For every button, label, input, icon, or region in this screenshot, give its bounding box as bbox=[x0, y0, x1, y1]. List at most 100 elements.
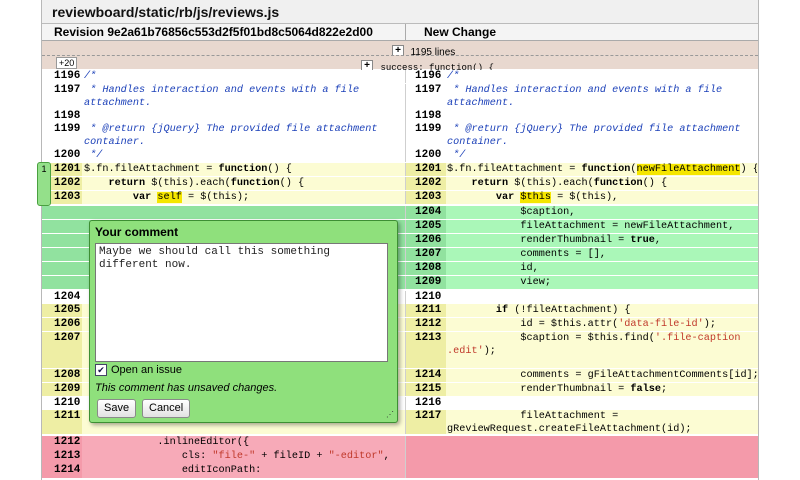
revision-left-header: Revision 9e2a61b76856c553d2f5f01bd8c5064… bbox=[42, 24, 406, 41]
row-bg bbox=[446, 436, 758, 450]
line-number[interactable]: 1207 bbox=[415, 248, 441, 261]
line-number[interactable]: 1207 bbox=[54, 332, 80, 345]
line-number[interactable]: 1204 bbox=[415, 206, 441, 219]
line-number[interactable]: 1213 bbox=[415, 332, 441, 345]
line-number[interactable]: 1208 bbox=[415, 262, 441, 275]
code-line: $caption, bbox=[447, 207, 576, 218]
resize-grip-icon[interactable]: ⋰ bbox=[386, 411, 395, 420]
line-number[interactable]: 1199 bbox=[54, 123, 80, 136]
line-number[interactable]: 1209 bbox=[54, 383, 80, 396]
code-line: */ bbox=[84, 150, 103, 161]
comment-textarea[interactable] bbox=[95, 243, 388, 362]
row-bg bbox=[82, 110, 406, 123]
line-number[interactable]: 1214 bbox=[54, 464, 80, 477]
code-line: comments = gFileAttachmentComments[id]; bbox=[447, 370, 757, 381]
code-line: if (!fileAttachment) { bbox=[495, 305, 631, 316]
code-line: $caption = $this.find('.file-caption .ed… bbox=[447, 333, 741, 357]
comment-dialog: Your comment ✔ Open an issue This commen… bbox=[89, 220, 398, 423]
line-number[interactable]: 1205 bbox=[415, 220, 441, 233]
line-number[interactable]: 1214 bbox=[415, 369, 441, 382]
comment-flag[interactable]: 1 bbox=[37, 162, 51, 206]
line-number[interactable]: 1197 bbox=[415, 84, 441, 97]
line-number[interactable]: 1205 bbox=[54, 304, 80, 317]
line-number[interactable]: 1203 bbox=[415, 191, 441, 204]
code-line: $.fn.fileAttachment = function() { bbox=[84, 164, 292, 175]
code-line: cls: "file-" + fileID + "-editor", bbox=[84, 451, 390, 462]
code-line: view; bbox=[447, 277, 551, 288]
diff-row-replace: 1203 var self = $(this); 1203 var $this =… bbox=[42, 191, 758, 204]
row-bg bbox=[406, 450, 446, 464]
line-number[interactable]: 1210 bbox=[54, 397, 80, 410]
diff-row-replace: 1202 return $(this).each(function() {120… bbox=[42, 177, 758, 190]
code-line: $.fn.fileAttachment = function(newFileAt… bbox=[447, 164, 757, 175]
code-line: */ bbox=[447, 150, 466, 161]
row-bg bbox=[406, 464, 446, 478]
line-number[interactable]: 1208 bbox=[54, 369, 80, 382]
code-line: fileAttachment = gReviewRequest.createFi… bbox=[447, 411, 692, 435]
column-divider bbox=[405, 234, 406, 247]
revision-right-header: New Change bbox=[406, 24, 758, 41]
line-number[interactable]: 1211 bbox=[415, 304, 441, 317]
row-bg bbox=[446, 464, 758, 478]
diff-row-delete: 1213 cls: "file-" + fileID + "-editor", bbox=[42, 450, 758, 464]
diff-row-delete: 1214 editIconPath: bbox=[42, 464, 758, 478]
column-divider bbox=[405, 163, 406, 176]
line-number[interactable]: 1203 bbox=[54, 191, 80, 204]
column-divider bbox=[405, 248, 406, 261]
line-number[interactable]: 1213 bbox=[54, 450, 80, 463]
code-line: * Handles interaction and events with a … bbox=[447, 85, 723, 109]
column-divider bbox=[405, 177, 406, 190]
column-divider bbox=[405, 206, 406, 219]
save-button[interactable]: Save bbox=[97, 399, 137, 418]
line-number[interactable]: 1197 bbox=[54, 84, 80, 97]
open-issue-checkbox[interactable]: ✔ bbox=[95, 364, 107, 376]
expand-context-button[interactable]: +20 bbox=[56, 57, 78, 69]
column-divider bbox=[405, 262, 406, 275]
code-line: renderThumbnail = true, bbox=[447, 235, 661, 246]
line-number[interactable]: 1215 bbox=[415, 383, 441, 396]
line-number[interactable]: 1201 bbox=[415, 163, 441, 176]
line-number[interactable]: 1202 bbox=[54, 177, 80, 190]
line-number[interactable]: 1199 bbox=[415, 123, 441, 136]
collapsed-lines-row: + 1195 lines bbox=[42, 41, 758, 58]
code-line: * @return {jQuery} The provided file att… bbox=[84, 124, 378, 148]
line-number[interactable]: 1212 bbox=[415, 318, 441, 331]
line-number[interactable]: 1216 bbox=[415, 397, 441, 410]
code-line: var self = $(this); bbox=[132, 192, 250, 203]
diff-row-equal: 1200 */ 1200 */ bbox=[42, 149, 758, 162]
diff-row-equal: 1198 1198 bbox=[42, 110, 758, 123]
line-number[interactable]: 1206 bbox=[54, 318, 80, 331]
line-number[interactable]: 1204 bbox=[54, 291, 80, 304]
diff-row-delete: 1212 .inlineEditor({ bbox=[42, 436, 758, 450]
open-issue-checkbox-row[interactable]: ✔ Open an issue bbox=[95, 364, 182, 376]
line-number[interactable]: 1217 bbox=[415, 410, 441, 423]
cancel-button[interactable]: Cancel bbox=[142, 399, 191, 418]
line-number[interactable]: 1200 bbox=[54, 149, 80, 162]
line-number[interactable]: 1212 bbox=[54, 436, 80, 449]
line-number[interactable]: 1206 bbox=[415, 234, 441, 247]
line-number[interactable]: 1202 bbox=[415, 177, 441, 190]
file-header: reviewboard/static/rb/js/reviews.js bbox=[42, 0, 758, 24]
code-line: * Handles interaction and events with a … bbox=[84, 85, 360, 109]
column-divider bbox=[405, 410, 406, 434]
column-divider bbox=[405, 332, 406, 368]
line-number[interactable]: 1211 bbox=[54, 410, 80, 423]
line-number[interactable]: 1201 bbox=[54, 163, 80, 176]
comment-count: 1 bbox=[41, 164, 47, 174]
row-bg bbox=[42, 220, 82, 233]
line-number[interactable]: 1198 bbox=[415, 110, 441, 123]
code-line: id = $this.attr('data-file-id'); bbox=[447, 319, 717, 330]
row-bg bbox=[42, 248, 82, 261]
line-number[interactable]: 1198 bbox=[54, 110, 80, 123]
diff-row-equal: 1197 * Handles interaction and events wi… bbox=[42, 84, 758, 110]
column-divider bbox=[405, 276, 406, 289]
code-line: .inlineEditor({ bbox=[84, 437, 250, 448]
column-divider bbox=[405, 318, 406, 331]
line-number[interactable]: 1210 bbox=[415, 291, 441, 304]
line-number[interactable]: 1196 bbox=[415, 70, 441, 83]
line-number[interactable]: 1196 bbox=[54, 70, 80, 83]
line-number[interactable]: 1200 bbox=[415, 149, 441, 162]
diff-row-replace: 1201 $.fn.fileAttachment = function() { 12… bbox=[42, 163, 758, 176]
line-number[interactable]: 1209 bbox=[415, 276, 441, 289]
row-bg bbox=[42, 276, 82, 289]
